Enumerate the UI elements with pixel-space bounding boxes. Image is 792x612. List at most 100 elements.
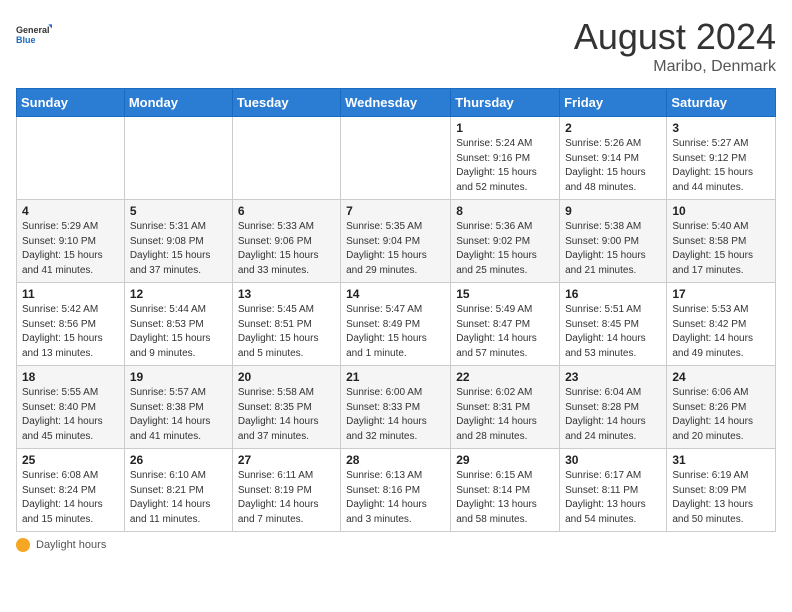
day-info: Sunrise: 6:13 AM Sunset: 8:16 PM Dayligh…	[346, 469, 445, 527]
day-number: 16	[565, 287, 661, 301]
day-info: Sunrise: 5:51 AM Sunset: 8:45 PM Dayligh…	[565, 303, 661, 361]
day-number: 31	[672, 453, 770, 467]
calendar-cell	[341, 117, 451, 200]
day-number: 26	[130, 453, 227, 467]
calendar-day-header: Tuesday	[232, 89, 340, 117]
day-number: 10	[672, 204, 770, 218]
calendar-cell: 29 Sunrise: 6:15 AM Sunset: 8:14 PM Dayli…	[451, 449, 560, 532]
calendar-cell: 3Sunrise: 5:27 AM Sunset: 9:12 PM Daylig…	[667, 117, 776, 200]
day-info: Sunrise: 5:55 AM Sunset: 8:40 PM Dayligh…	[22, 386, 119, 444]
calendar-week-row: 4 Sunrise: 5:29 AM Sunset: 9:10 PM Daylig…	[17, 200, 776, 283]
day-info: Sunrise: 6:02 AM Sunset: 8:31 PM Dayligh…	[456, 386, 554, 444]
calendar-day-header: Saturday	[667, 89, 776, 117]
day-info: Sunrise: 6:04 AM Sunset: 8:28 PM Dayligh…	[565, 386, 661, 444]
calendar-cell: 6Sunrise: 5:33 AM Sunset: 9:06 PM Daylig…	[232, 200, 340, 283]
calendar-cell: 11 Sunrise: 5:42 AM Sunset: 8:56 PM Dayli…	[17, 283, 125, 366]
calendar-cell	[17, 117, 125, 200]
day-info: Sunrise: 5:47 AM Sunset: 8:49 PM Dayligh…	[346, 303, 445, 361]
sun-icon	[16, 538, 30, 552]
day-number: 9	[565, 204, 661, 218]
day-number: 2	[565, 121, 661, 135]
calendar-week-row: 25 Sunrise: 6:08 AM Sunset: 8:24 PM Dayli…	[17, 449, 776, 532]
day-info: Sunrise: 6:00 AM Sunset: 8:33 PM Dayligh…	[346, 386, 445, 444]
calendar-cell: 17Sunrise: 5:53 AM Sunset: 8:42 PM Dayli…	[667, 283, 776, 366]
calendar-table: SundayMondayTuesdayWednesdayThursdayFrid…	[16, 88, 776, 532]
calendar-cell: 31 Sunrise: 6:19 AM Sunset: 8:09 PM Dayli…	[667, 449, 776, 532]
day-info: Sunrise: 5:31 AM Sunset: 9:08 PM Dayligh…	[130, 220, 227, 278]
calendar-cell: 30 Sunrise: 6:17 AM Sunset: 8:11 PM Dayli…	[560, 449, 667, 532]
day-number: 6	[238, 204, 335, 218]
day-info: Sunrise: 5:45 AM Sunset: 8:51 PM Dayligh…	[238, 303, 335, 361]
calendar-cell	[124, 117, 232, 200]
day-info: Sunrise: 6:11 AM Sunset: 8:19 PM Dayligh…	[238, 469, 335, 527]
day-number: 12	[130, 287, 227, 301]
logo-svg: General Blue	[16, 16, 52, 52]
calendar-cell: 19Sunrise: 5:57 AM Sunset: 8:38 PM Dayli…	[124, 366, 232, 449]
day-number: 30	[565, 453, 661, 467]
svg-text:General: General	[16, 25, 50, 35]
footer-note: Daylight hours	[16, 538, 776, 552]
calendar-day-header: Thursday	[451, 89, 560, 117]
day-info: Sunrise: 6:08 AM Sunset: 8:24 PM Dayligh…	[22, 469, 119, 527]
calendar-day-header: Wednesday	[341, 89, 451, 117]
day-number: 20	[238, 370, 335, 384]
logo: General Blue	[16, 16, 52, 52]
month-title: August 2024	[574, 16, 776, 58]
calendar-cell: 4 Sunrise: 5:29 AM Sunset: 9:10 PM Daylig…	[17, 200, 125, 283]
day-number: 8	[456, 204, 554, 218]
day-info: Sunrise: 6:19 AM Sunset: 8:09 PM Dayligh…	[672, 469, 770, 527]
day-number: 23	[565, 370, 661, 384]
day-info: Sunrise: 5:26 AM Sunset: 9:14 PM Dayligh…	[565, 137, 661, 195]
calendar-day-header: Friday	[560, 89, 667, 117]
day-number: 13	[238, 287, 335, 301]
day-info: Sunrise: 5:29 AM Sunset: 9:10 PM Dayligh…	[22, 220, 119, 278]
calendar-cell: 5Sunrise: 5:31 AM Sunset: 9:08 PM Daylig…	[124, 200, 232, 283]
day-number: 24	[672, 370, 770, 384]
day-info: Sunrise: 5:38 AM Sunset: 9:00 PM Dayligh…	[565, 220, 661, 278]
location-title: Maribo, Denmark	[574, 58, 776, 76]
day-number: 25	[22, 453, 119, 467]
calendar-cell: 27 Sunrise: 6:11 AM Sunset: 8:19 PM Dayli…	[232, 449, 340, 532]
day-number: 1	[456, 121, 554, 135]
calendar-cell: 25 Sunrise: 6:08 AM Sunset: 8:24 PM Dayli…	[17, 449, 125, 532]
day-number: 27	[238, 453, 335, 467]
calendar-cell: 23 Sunrise: 6:04 AM Sunset: 8:28 PM Dayli…	[560, 366, 667, 449]
footer-text: Daylight hours	[36, 539, 106, 551]
calendar-day-header: Sunday	[17, 89, 125, 117]
day-number: 11	[22, 287, 119, 301]
day-info: Sunrise: 5:35 AM Sunset: 9:04 PM Dayligh…	[346, 220, 445, 278]
calendar-cell: 26Sunrise: 6:10 AM Sunset: 8:21 PM Dayli…	[124, 449, 232, 532]
calendar-cell: 16 Sunrise: 5:51 AM Sunset: 8:45 PM Dayli…	[560, 283, 667, 366]
day-info: Sunrise: 5:24 AM Sunset: 9:16 PM Dayligh…	[456, 137, 554, 195]
page-header: General Blue August 2024 Maribo, Denmark	[16, 16, 776, 76]
day-number: 7	[346, 204, 445, 218]
calendar-cell: 28Sunrise: 6:13 AM Sunset: 8:16 PM Dayli…	[341, 449, 451, 532]
day-info: Sunrise: 6:17 AM Sunset: 8:11 PM Dayligh…	[565, 469, 661, 527]
calendar-cell: 1 Sunrise: 5:24 AM Sunset: 9:16 PM Daylig…	[451, 117, 560, 200]
calendar-cell: 18 Sunrise: 5:55 AM Sunset: 8:40 PM Dayli…	[17, 366, 125, 449]
day-number: 29	[456, 453, 554, 467]
day-number: 14	[346, 287, 445, 301]
day-info: Sunrise: 5:58 AM Sunset: 8:35 PM Dayligh…	[238, 386, 335, 444]
day-number: 18	[22, 370, 119, 384]
calendar-cell: 10 Sunrise: 5:40 AM Sunset: 8:58 PM Dayli…	[667, 200, 776, 283]
calendar-cell: 24Sunrise: 6:06 AM Sunset: 8:26 PM Dayli…	[667, 366, 776, 449]
day-number: 15	[456, 287, 554, 301]
day-number: 4	[22, 204, 119, 218]
calendar-cell: 14 Sunrise: 5:47 AM Sunset: 8:49 PM Dayli…	[341, 283, 451, 366]
calendar-cell: 22Sunrise: 6:02 AM Sunset: 8:31 PM Dayli…	[451, 366, 560, 449]
day-info: Sunrise: 5:42 AM Sunset: 8:56 PM Dayligh…	[22, 303, 119, 361]
day-info: Sunrise: 5:27 AM Sunset: 9:12 PM Dayligh…	[672, 137, 770, 195]
calendar-cell	[232, 117, 340, 200]
calendar-week-row: 18 Sunrise: 5:55 AM Sunset: 8:40 PM Dayli…	[17, 366, 776, 449]
day-info: Sunrise: 5:40 AM Sunset: 8:58 PM Dayligh…	[672, 220, 770, 278]
calendar-cell: 12Sunrise: 5:44 AM Sunset: 8:53 PM Dayli…	[124, 283, 232, 366]
calendar-cell: 15 Sunrise: 5:49 AM Sunset: 8:47 PM Dayli…	[451, 283, 560, 366]
calendar-cell: 21Sunrise: 6:00 AM Sunset: 8:33 PM Dayli…	[341, 366, 451, 449]
day-info: Sunrise: 5:49 AM Sunset: 8:47 PM Dayligh…	[456, 303, 554, 361]
day-info: Sunrise: 6:15 AM Sunset: 8:14 PM Dayligh…	[456, 469, 554, 527]
calendar-cell: 9 Sunrise: 5:38 AM Sunset: 9:00 PM Daylig…	[560, 200, 667, 283]
title-area: August 2024 Maribo, Denmark	[574, 16, 776, 76]
calendar-week-row: 1 Sunrise: 5:24 AM Sunset: 9:16 PM Daylig…	[17, 117, 776, 200]
calendar-cell: 8Sunrise: 5:36 AM Sunset: 9:02 PM Daylig…	[451, 200, 560, 283]
